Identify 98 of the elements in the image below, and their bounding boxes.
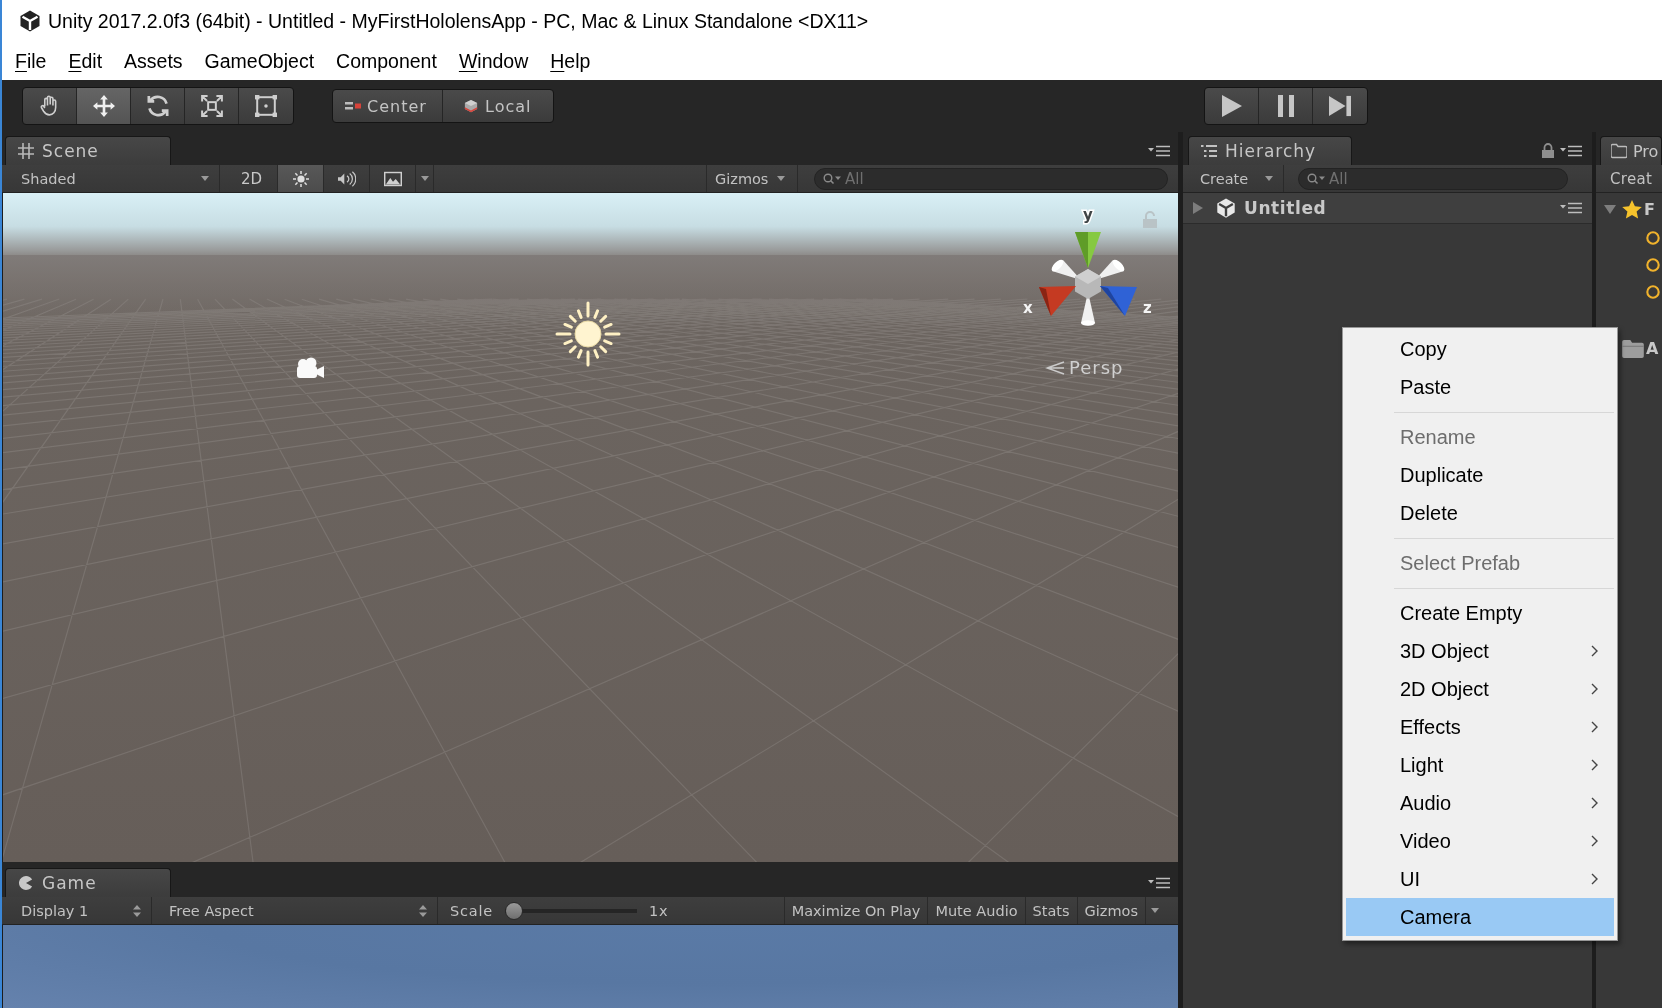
sun-icon bbox=[291, 169, 310, 188]
menu-item[interactable]: Audio bbox=[1346, 784, 1614, 822]
star-icon bbox=[1622, 200, 1642, 219]
panel-tab[interactable]: Pro bbox=[1600, 136, 1662, 165]
menu-icon[interactable] bbox=[1148, 877, 1170, 889]
caret-icon bbox=[420, 176, 429, 181]
triangle-icon[interactable] bbox=[1193, 202, 1203, 214]
chevron-icon bbox=[1591, 645, 1598, 657]
updown-icon bbox=[133, 904, 141, 917]
axis-label: z bbox=[1143, 301, 1152, 316]
menu-item[interactable]: 2D Object bbox=[1346, 670, 1614, 708]
menu-item[interactable]: File bbox=[5, 46, 57, 76]
aspect-dropdown[interactable]: Free Aspect bbox=[155, 897, 438, 924]
search-icon bbox=[1307, 173, 1325, 185]
caret-icon bbox=[1265, 176, 1273, 181]
speaker-icon bbox=[337, 169, 356, 188]
rect-tool-icon bbox=[255, 95, 277, 117]
ring-icon[interactable] bbox=[1646, 284, 1660, 299]
menu-item[interactable]: Light bbox=[1346, 746, 1614, 784]
panel-tab[interactable]: Hierarchy bbox=[1188, 136, 1352, 165]
camera-icon[interactable] bbox=[294, 357, 326, 381]
menu-item[interactable]: Delete bbox=[1346, 494, 1614, 532]
menu-item[interactable]: Window bbox=[448, 46, 539, 76]
tool-button[interactable] bbox=[77, 88, 131, 124]
menu-item[interactable]: Effects bbox=[1346, 708, 1614, 746]
pivot-button[interactable]: Local bbox=[443, 90, 553, 122]
menu-item[interactable]: Video bbox=[1346, 822, 1614, 860]
ring-icon[interactable] bbox=[1646, 257, 1660, 272]
toggle-button[interactable] bbox=[278, 165, 324, 192]
ring-icon[interactable] bbox=[1646, 230, 1660, 245]
chevron-icon bbox=[1591, 873, 1598, 885]
updown-icon bbox=[419, 904, 427, 917]
menu-item[interactable]: Camera bbox=[1346, 898, 1614, 936]
play-icon bbox=[1220, 95, 1243, 117]
shading-dropdown[interactable]: Shaded bbox=[9, 165, 220, 192]
sun-icon[interactable] bbox=[555, 301, 621, 367]
chevron-icon bbox=[1591, 683, 1598, 695]
projection-label[interactable]: Persp bbox=[1069, 357, 1124, 378]
chevron-icon bbox=[1591, 721, 1598, 733]
gizmos-dropdown[interactable]: Gizmos bbox=[706, 165, 798, 192]
menu-item[interactable]: Component bbox=[326, 46, 447, 76]
axis-gizmo-icon[interactable] bbox=[1038, 230, 1138, 326]
scale-value: 1x bbox=[649, 901, 669, 921]
chevron-icon bbox=[1591, 835, 1598, 847]
gizmos-dropdown[interactable]: Gizmos bbox=[1076, 897, 1145, 924]
caret-icon bbox=[1151, 908, 1159, 913]
pause-icon bbox=[1277, 95, 1294, 117]
chevron-icon bbox=[1591, 759, 1598, 771]
menu-item[interactable]: GameObject bbox=[194, 46, 325, 76]
menu-item[interactable]: Edit bbox=[58, 46, 113, 76]
toolbar-button[interactable]: Mute Audio bbox=[927, 897, 1025, 924]
search-field[interactable]: All bbox=[814, 167, 1168, 190]
perspective-icon bbox=[1045, 360, 1065, 375]
scale-label: Scale bbox=[450, 901, 493, 921]
panel-tab[interactable]: Scene bbox=[5, 136, 171, 165]
axis-label: x bbox=[1023, 301, 1033, 316]
triangle-icon[interactable] bbox=[1604, 205, 1616, 214]
axis-label: y bbox=[1083, 208, 1093, 223]
menu-item[interactable]: 3D Object bbox=[1346, 632, 1614, 670]
display-dropdown[interactable]: Display 1 bbox=[9, 897, 152, 924]
folder-icon bbox=[1611, 143, 1627, 159]
chevron-icon bbox=[1591, 797, 1598, 809]
cube-icon bbox=[463, 99, 479, 113]
grid-icon bbox=[18, 143, 34, 159]
menu-item[interactable]: Create Empty bbox=[1346, 594, 1614, 632]
menu-icon[interactable] bbox=[1560, 202, 1582, 214]
scene-row[interactable]: Untitled bbox=[1183, 193, 1592, 224]
move-icon bbox=[92, 95, 115, 117]
pivot-icon bbox=[345, 99, 361, 113]
menu-icon[interactable] bbox=[1560, 145, 1582, 157]
folder-icon bbox=[1622, 339, 1644, 358]
search-field[interactable]: All bbox=[1298, 167, 1568, 190]
scale-icon bbox=[200, 95, 223, 117]
caret-icon bbox=[777, 176, 785, 181]
menu-item[interactable]: UI bbox=[1346, 860, 1614, 898]
menu-item[interactable]: Paste bbox=[1346, 368, 1614, 406]
search-icon bbox=[823, 173, 841, 185]
logo-icon bbox=[1215, 197, 1237, 219]
panel-tab[interactable]: Game bbox=[5, 868, 171, 897]
caret-icon bbox=[201, 176, 209, 181]
pacman-icon bbox=[18, 875, 34, 891]
slider-thumb[interactable] bbox=[505, 902, 523, 920]
tree-item[interactable]: F bbox=[1596, 195, 1662, 224]
step-icon bbox=[1329, 95, 1351, 117]
toolbar-button[interactable]: Maximize On Play bbox=[783, 897, 928, 924]
menu-item[interactable]: Help bbox=[540, 46, 601, 76]
rotate-icon bbox=[146, 95, 169, 117]
window-title: Unity 2017.2.0f3 (64bit) - Untitled - MyFirstHololensApp - PC, Mac & Linux Standalone <DX11> bbox=[48, 9, 869, 33]
menu-item[interactable]: Assets bbox=[114, 46, 193, 76]
image-icon bbox=[383, 169, 402, 188]
lock-icon[interactable] bbox=[1542, 143, 1554, 158]
toolbar-button[interactable]: Stats bbox=[1024, 897, 1077, 924]
menu-icon[interactable] bbox=[1148, 145, 1170, 157]
pivot-button[interactable]: Center bbox=[333, 90, 443, 122]
menu-item[interactable]: Duplicate bbox=[1346, 456, 1614, 494]
logo-icon bbox=[18, 9, 42, 33]
create-dropdown[interactable]: Create bbox=[1190, 165, 1284, 192]
list-icon bbox=[1201, 143, 1217, 159]
